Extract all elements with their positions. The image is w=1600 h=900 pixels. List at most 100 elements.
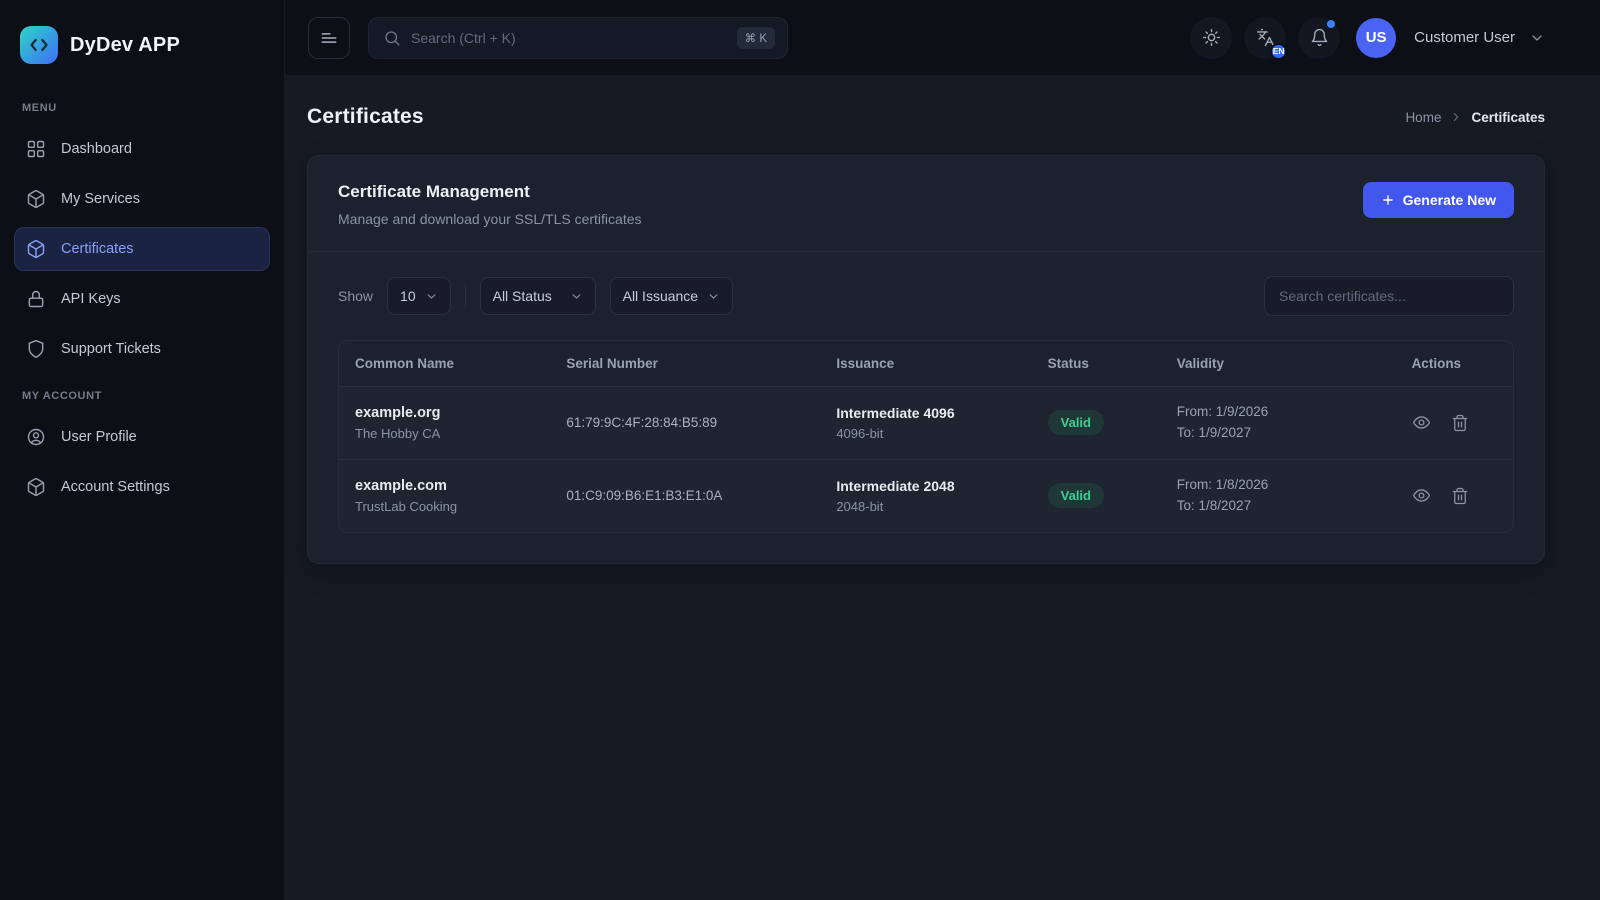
certificates-table-wrap: Common Name Serial Number Issuance Statu… (338, 340, 1514, 533)
sidebar-item-label: My Services (61, 191, 140, 207)
status-badge: Valid (1048, 410, 1104, 435)
sidebar-item-api-keys[interactable]: API Keys (14, 277, 270, 321)
cert-valid-from: From: 1/8/2026 (1177, 475, 1380, 496)
delete-certificate-button[interactable] (1451, 487, 1469, 505)
cert-common-name: example.org (355, 405, 534, 421)
col-issuance: Issuance (820, 341, 1031, 387)
page-content: Certificates Home Certificates Certifica… (285, 75, 1600, 900)
cert-issuance-type: Intermediate 2048 (836, 478, 1015, 494)
plus-icon (1381, 193, 1395, 207)
app-title: DyDev APP (70, 34, 180, 57)
eye-icon (1412, 413, 1431, 432)
page-size-select[interactable]: 10 (387, 277, 451, 315)
sidebar-item-label: API Keys (61, 291, 121, 307)
view-certificate-button[interactable] (1412, 413, 1431, 432)
notifications-button[interactable] (1298, 17, 1340, 59)
language-selector-button[interactable]: EN (1244, 17, 1286, 59)
table-row: example.com TrustLab Cooking 01:C9:09:B6… (339, 459, 1513, 531)
col-validity: Validity (1161, 341, 1396, 387)
cert-issuer: The Hobby CA (355, 426, 534, 441)
cert-key-size: 2048-bit (836, 499, 1015, 514)
status-badge: Valid (1048, 483, 1104, 508)
card-header-text: Certificate Management Manage and downlo… (338, 182, 642, 227)
user-circle-icon (26, 427, 46, 447)
user-avatar[interactable]: US (1356, 18, 1396, 58)
status-filter-value: All Status (493, 288, 552, 304)
certificate-cube-icon (26, 239, 46, 259)
cert-key-size: 4096-bit (836, 426, 1015, 441)
settings-cube-icon (26, 477, 46, 497)
card-title: Certificate Management (338, 182, 642, 202)
sidebar-item-support-tickets[interactable]: Support Tickets (14, 327, 270, 371)
translate-icon (1256, 28, 1275, 47)
show-label: Show (338, 288, 373, 304)
row-actions (1412, 413, 1497, 432)
bell-icon (1310, 28, 1329, 47)
cert-serial: 01:C9:09:B6:E1:B3:E1:0A (550, 459, 820, 531)
breadcrumb: Home Certificates (1405, 110, 1545, 125)
sidebar-item-account-settings[interactable]: Account Settings (14, 465, 270, 509)
page-size-value: 10 (400, 288, 416, 304)
sidebar-item-label: User Profile (61, 429, 137, 445)
notification-dot (1327, 20, 1335, 28)
sidebar-item-dashboard[interactable]: Dashboard (14, 127, 270, 171)
theme-toggle-button[interactable] (1190, 17, 1232, 59)
sidebar-item-user-profile[interactable]: User Profile (14, 415, 270, 459)
cert-serial: 61:79:9C:4F:28:84:B5:89 (550, 387, 820, 460)
sidebar-item-label: Support Tickets (61, 341, 161, 357)
dashboard-grid-icon (26, 139, 46, 159)
col-actions: Actions (1396, 341, 1513, 387)
col-serial-number: Serial Number (550, 341, 820, 387)
cert-valid-from: From: 1/9/2026 (1177, 402, 1380, 423)
view-certificate-button[interactable] (1412, 486, 1431, 505)
status-filter-select[interactable]: All Status (480, 277, 596, 315)
lock-icon (26, 289, 46, 309)
cert-common-name: example.com (355, 478, 534, 494)
app-logo[interactable]: DyDev APP (0, 0, 284, 86)
sidebar-item-certificates[interactable]: Certificates (14, 227, 270, 271)
cert-issuance-type: Intermediate 4096 (836, 405, 1015, 421)
header-actions: EN US Customer User (1190, 17, 1545, 59)
sun-icon (1202, 28, 1221, 47)
global-search-input[interactable] (411, 30, 727, 46)
generate-new-button[interactable]: Generate New (1363, 182, 1514, 218)
cert-issuer: TrustLab Cooking (355, 499, 534, 514)
sidebar-item-my-services[interactable]: My Services (14, 177, 270, 221)
certificates-table: Common Name Serial Number Issuance Statu… (339, 341, 1513, 532)
issuance-filter-select[interactable]: All Issuance (610, 277, 733, 315)
delete-certificate-button[interactable] (1451, 414, 1469, 432)
user-menu-chevron-icon[interactable] (1529, 30, 1545, 46)
sidebar-section-menu: MENU (0, 86, 284, 124)
hamburger-icon (319, 28, 339, 48)
user-name[interactable]: Customer User (1414, 29, 1515, 46)
chevron-down-icon (425, 290, 438, 303)
language-badge: EN (1270, 43, 1287, 60)
breadcrumb-home-link[interactable]: Home (1405, 110, 1441, 125)
certificate-management-card: Certificate Management Manage and downlo… (307, 155, 1545, 564)
top-header: ⌘ K EN US Customer User (285, 0, 1600, 75)
eye-icon (1412, 486, 1431, 505)
card-subtitle: Manage and download your SSL/TLS certifi… (338, 211, 642, 227)
sidebar-item-label: Certificates (61, 241, 134, 257)
breadcrumb-current: Certificates (1471, 110, 1545, 125)
sidebar-toggle-button[interactable] (308, 17, 350, 59)
cert-valid-to: To: 1/8/2027 (1177, 496, 1380, 517)
chevron-down-icon (570, 290, 583, 303)
page-head: Certificates Home Certificates (307, 105, 1545, 129)
trash-icon (1451, 487, 1469, 505)
table-header-row: Common Name Serial Number Issuance Statu… (339, 341, 1513, 387)
sidebar-item-label: Dashboard (61, 141, 132, 157)
search-shortcut-badge: ⌘ K (737, 27, 775, 49)
logo-icon (20, 26, 58, 64)
table-filters: Show 10 All Status All Issuance (308, 252, 1544, 334)
card-header: Certificate Management Manage and downlo… (308, 156, 1544, 252)
col-status: Status (1032, 341, 1161, 387)
certificate-search-input[interactable] (1264, 276, 1514, 316)
filter-divider (465, 285, 466, 307)
breadcrumb-chevron-icon (1449, 110, 1463, 124)
sidebar-section-my-account: MY ACCOUNT (0, 374, 284, 412)
issuance-filter-value: All Issuance (623, 288, 698, 304)
col-common-name: Common Name (339, 341, 550, 387)
row-actions (1412, 486, 1497, 505)
shield-icon (26, 339, 46, 359)
